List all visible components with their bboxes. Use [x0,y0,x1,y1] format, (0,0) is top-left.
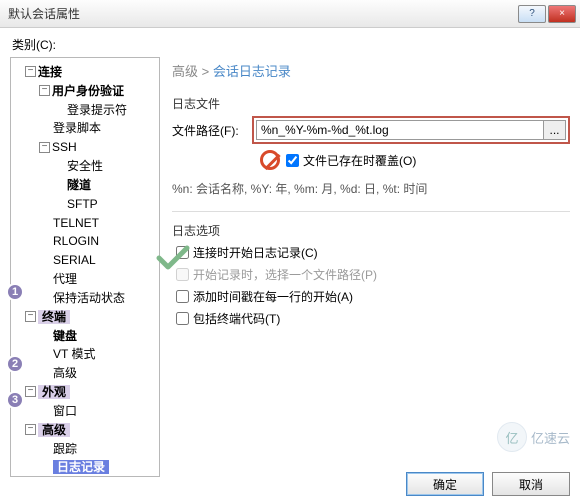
category-label: 类别(C): [12,36,570,53]
overwrite-checkbox[interactable] [286,154,299,167]
format-hint: %n: 会话名称, %Y: 年, %m: 月, %d: 日, %t: 时间 [172,180,570,197]
titlebar: 默认会话属性 ? × [0,0,580,28]
window-title: 默认会话属性 [8,5,516,22]
collapse-icon[interactable]: − [25,66,36,77]
start-on-connect-label: 连接时开始日志记录(C) [193,244,318,261]
path-input[interactable] [256,120,544,140]
help-button[interactable]: ? [518,5,546,23]
tree-rlogin[interactable]: RLOGIN [53,234,99,248]
tree-security[interactable]: 安全性 [67,159,103,173]
select-path-label: 开始记录时，选择一个文件路径(P) [193,266,377,283]
tree-trace[interactable]: 跟踪 [53,441,77,455]
timestamp-label: 添加时间戳在每一行的开始(A) [193,288,353,305]
tree-appearance[interactable]: 外观 [38,385,70,399]
annotation-badge-3: 3 [6,391,24,409]
tree-proxy[interactable]: 代理 [53,272,77,286]
tree-auth[interactable]: 用户身份验证 [52,84,124,98]
tree-logging[interactable]: 日志记录 [53,460,109,474]
tree-window[interactable]: 窗口 [53,404,77,418]
category-tree[interactable]: −连接 −用户身份验证 登录提示符 登录脚本 −SSH 安全性 隧道 SFTP … [10,57,160,477]
collapse-icon[interactable]: − [25,424,36,435]
path-label: 文件路径(F): [172,122,252,139]
breadcrumb-current: 会话日志记录 [213,64,291,79]
path-highlight: ... [252,116,570,144]
ok-button[interactable]: 确定 [406,472,484,496]
tree-advanced2[interactable]: 高级 [38,423,70,437]
tree-keyboard[interactable]: 键盘 [53,328,77,342]
options-heading: 日志选项 [172,222,570,239]
close-button[interactable]: × [548,5,576,23]
collapse-icon[interactable]: − [25,311,36,322]
collapse-icon[interactable]: − [39,142,50,153]
terminal-code-label: 包括终端代码(T) [193,310,280,327]
annotation-badge-1: 1 [6,283,24,301]
tree-ssh[interactable]: SSH [52,140,77,154]
annotation-badge-2: 2 [6,355,24,373]
breadcrumb: 高级 > 会话日志记录 [172,57,570,87]
tree-terminal[interactable]: 终端 [38,310,70,324]
tree-telnet[interactable]: TELNET [53,215,99,229]
checkmark-icon [156,244,190,275]
collapse-icon[interactable]: − [39,85,50,96]
tree-keepalive[interactable]: 保持活动状态 [53,291,125,305]
breadcrumb-parent: 高级 [172,64,198,79]
watermark-icon: 亿 [497,422,527,452]
dialog-footer: 确定 取消 [406,472,570,496]
timestamp-checkbox[interactable] [176,290,189,303]
tree-advanced1[interactable]: 高级 [53,366,77,380]
divider [172,211,570,212]
tree-sftp[interactable]: SFTP [67,197,98,211]
browse-button[interactable]: ... [544,120,566,140]
forbidden-icon [260,150,280,170]
watermark-text: 亿速云 [531,428,570,447]
tree-loginscript[interactable]: 登录脚本 [53,121,101,135]
tree-vtmode[interactable]: VT 模式 [53,347,95,361]
tree-connection[interactable]: 连接 [38,65,62,79]
tree-loginprompt[interactable]: 登录提示符 [67,102,127,116]
watermark: 亿 亿速云 [497,422,570,452]
content-panel: 高级 > 会话日志记录 日志文件 文件路径(F): ... 文件已存在时覆盖(O… [160,57,570,477]
terminal-code-checkbox[interactable] [176,312,189,325]
logfile-heading: 日志文件 [172,95,570,112]
overwrite-label: 文件已存在时覆盖(O) [303,152,416,169]
tree-tunnel[interactable]: 隧道 [67,178,91,192]
tree-serial[interactable]: SERIAL [53,253,96,267]
collapse-icon[interactable]: − [25,386,36,397]
cancel-button[interactable]: 取消 [492,472,570,496]
